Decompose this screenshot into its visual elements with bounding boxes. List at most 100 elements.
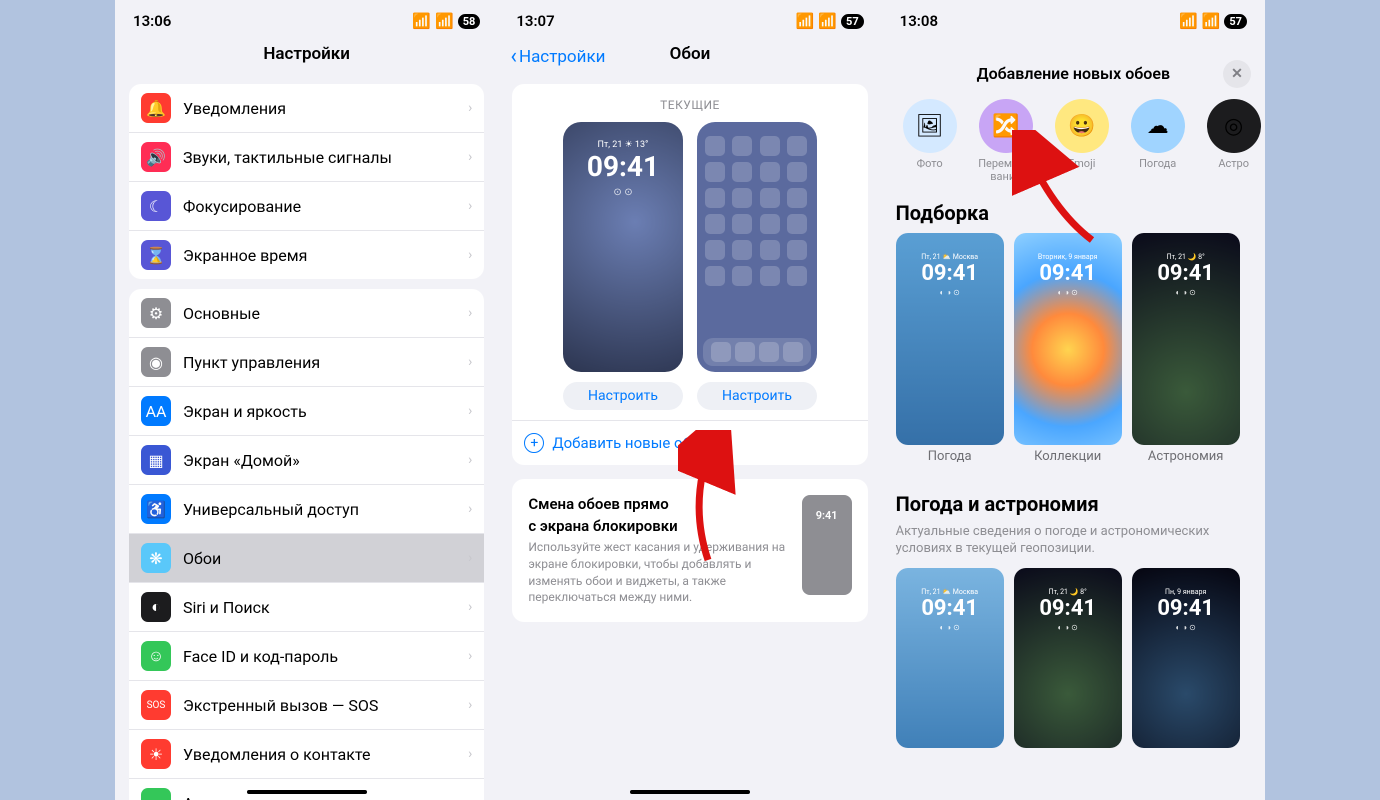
wifi-icon: 📶 — [818, 12, 837, 30]
home-screen-preview[interactable] — [697, 122, 817, 372]
settings-row[interactable]: ▦ Экран «Домой»› — [129, 436, 484, 485]
status-time: 13:08 — [900, 12, 938, 30]
current-wallpaper-card: ТЕКУЩИЕ Пт, 21 ☀ 13° 09:41 ⊙ ⊙ Настроить… — [512, 84, 867, 434]
settings-row[interactable]: 🔊Звуки, тактильные сигналы› — [129, 133, 484, 182]
settings-row[interactable]: ◉Пункт управления› — [129, 338, 484, 387]
chevron-right-icon: › — [468, 795, 472, 800]
category-item[interactable]: 🖼 Фото — [896, 99, 964, 183]
current-label: ТЕКУЩИЕ — [526, 98, 853, 112]
home-indicator[interactable] — [630, 790, 750, 794]
info-card: Смена обоев прямо с экрана блокировки Ис… — [512, 479, 867, 622]
category-label: Погода — [1139, 157, 1176, 170]
cellular-icon: 📶 — [1179, 12, 1198, 30]
category-item[interactable]: 🔀 Перемешивание — [972, 99, 1040, 183]
chevron-right-icon: › — [468, 354, 472, 370]
row-icon: ▦ — [141, 445, 171, 475]
category-item[interactable]: 😀Emoji — [1048, 99, 1116, 183]
settings-row[interactable]: ☾ Фокусирование› — [129, 182, 484, 231]
section-title: Погода и астрономия — [896, 492, 1251, 516]
row-icon: ❋ — [141, 543, 171, 573]
wallpaper-option[interactable]: Пт, 21 ⛅ Москва09:41◐ ◑ ⊙ — [896, 233, 1004, 445]
chevron-right-icon: › — [468, 501, 472, 517]
row-label: Экранное время — [183, 246, 468, 265]
cellular-icon: 📶 — [796, 12, 815, 30]
row-icon: ◐ — [141, 592, 171, 622]
row-label: Экстренный вызов — SOS — [183, 696, 468, 715]
page-header: ‹ Настройки Обои — [498, 36, 881, 74]
row-icon: ⌛ — [141, 240, 171, 270]
settings-row[interactable]: SOSЭкстренный вызов — SOS› — [129, 681, 484, 730]
configure-lock-button[interactable]: Настроить — [563, 382, 683, 410]
lock-widgets: ⊙ ⊙ — [563, 187, 683, 198]
wallpaper-label: Погода — [896, 449, 1004, 464]
chevron-left-icon: ‹ — [510, 44, 517, 69]
row-icon: ☺ — [141, 641, 171, 671]
row-icon: AA — [141, 396, 171, 426]
wallpaper-label: Астрономия — [1132, 449, 1240, 464]
chevron-right-icon: › — [468, 247, 472, 263]
wifi-icon: 📶 — [1202, 12, 1221, 30]
settings-row[interactable]: AAЭкран и яркость› — [129, 387, 484, 436]
category-item[interactable]: ◎ Астро — [1200, 99, 1265, 183]
chevron-right-icon: › — [468, 648, 472, 664]
status-time: 13:07 — [516, 12, 554, 30]
cellular-icon: 📶 — [412, 12, 431, 30]
settings-row[interactable]: 🔔 Уведомления› — [129, 84, 484, 133]
wallpaper-label: Коллекции — [1014, 449, 1122, 464]
row-icon: ♿ — [141, 494, 171, 524]
chevron-right-icon: › — [468, 746, 472, 762]
add-wallpaper-sheet: Добавление новых обоев ✕ 🖼Фото🔀Перемешив… — [882, 50, 1265, 800]
home-indicator[interactable] — [247, 790, 367, 794]
wallpaper-option[interactable]: Пт, 21 🌙 8°09:41◐ ◑ ⊙ — [1014, 568, 1122, 748]
info-preview: 9:41 — [802, 495, 852, 595]
category-label: Перемешивание — [978, 157, 1033, 183]
category-label: Фото — [917, 157, 943, 170]
page-title: Настройки — [115, 36, 498, 74]
category-icon: ◎ — [1207, 99, 1261, 153]
wallpaper-option[interactable]: Пт, 21 🌙 8°09:41◐ ◑ ⊙ — [1132, 233, 1240, 445]
back-button[interactable]: ‹ Настройки — [510, 44, 605, 69]
row-icon: ⚙ — [141, 298, 171, 328]
category-icon: 🖼 — [903, 99, 957, 153]
category-label: Астро — [1218, 157, 1249, 170]
row-label: Фокусирование — [183, 197, 468, 216]
lock-screen-preview[interactable]: Пт, 21 ☀ 13° 09:41 ⊙ ⊙ — [563, 122, 683, 372]
wallpaper-option[interactable]: Пт, 21 ⛅ Москва09:41◐ ◑ ⊙ — [896, 568, 1004, 748]
category-icon: ☁ — [1131, 99, 1185, 153]
row-icon: 🔔 — [141, 93, 171, 123]
settings-row[interactable]: ☺ Face ID и код-пароль› — [129, 632, 484, 681]
row-label: Пункт управления — [183, 353, 468, 372]
chevron-right-icon: › — [468, 599, 472, 615]
row-label: Экран «Домой» — [183, 451, 468, 470]
row-icon: ☾ — [141, 191, 171, 221]
settings-row[interactable]: ☀Уведомления о контакте› — [129, 730, 484, 779]
settings-row[interactable]: ♿Универсальный доступ› — [129, 485, 484, 534]
chevron-right-icon: › — [468, 100, 472, 116]
chevron-right-icon: › — [468, 198, 472, 214]
phone-settings: 13:06 📶 📶 58 Настройки 🔔Уведомления›🔊Зву… — [115, 0, 498, 800]
add-wallpaper-button[interactable]: + Добавить новые обои — [512, 420, 867, 465]
settings-row[interactable]: ⌛ Экранное время› — [129, 231, 484, 279]
plus-icon: + — [524, 433, 544, 453]
row-label: Аккумулятор — [183, 794, 468, 800]
configure-home-button[interactable]: Настроить — [697, 382, 817, 410]
close-button[interactable]: ✕ — [1223, 60, 1251, 88]
category-icon: 🔀 — [979, 99, 1033, 153]
chevron-right-icon: › — [468, 149, 472, 165]
row-icon: ☀ — [141, 739, 171, 769]
chevron-right-icon: › — [468, 403, 472, 419]
status-bar: 13:07 📶 📶 57 — [498, 0, 881, 36]
settings-row[interactable]: ❋Обои› — [129, 534, 484, 583]
chevron-right-icon: › — [468, 452, 472, 468]
phone-add-wallpaper: 13:08 📶 📶 57 Добавление новых обоев ✕ 🖼Ф… — [882, 0, 1265, 800]
chevron-right-icon: › — [468, 305, 472, 321]
settings-row[interactable]: ◐Siri и Поиск› — [129, 583, 484, 632]
category-label: Emoji — [1068, 157, 1095, 170]
wallpaper-option[interactable]: Пн, 9 января09:41◐ ◑ ⊙ — [1132, 568, 1240, 748]
row-label: Уведомления — [183, 99, 468, 118]
row-label: Основные — [183, 304, 468, 323]
settings-row[interactable]: ⚙ Основные› — [129, 289, 484, 338]
wallpaper-option[interactable]: Вторник, 9 января09:41◐ ◑ ⊙ — [1014, 233, 1122, 445]
category-item[interactable]: ☁ Погода — [1124, 99, 1192, 183]
row-label: Face ID и код-пароль — [183, 647, 468, 666]
